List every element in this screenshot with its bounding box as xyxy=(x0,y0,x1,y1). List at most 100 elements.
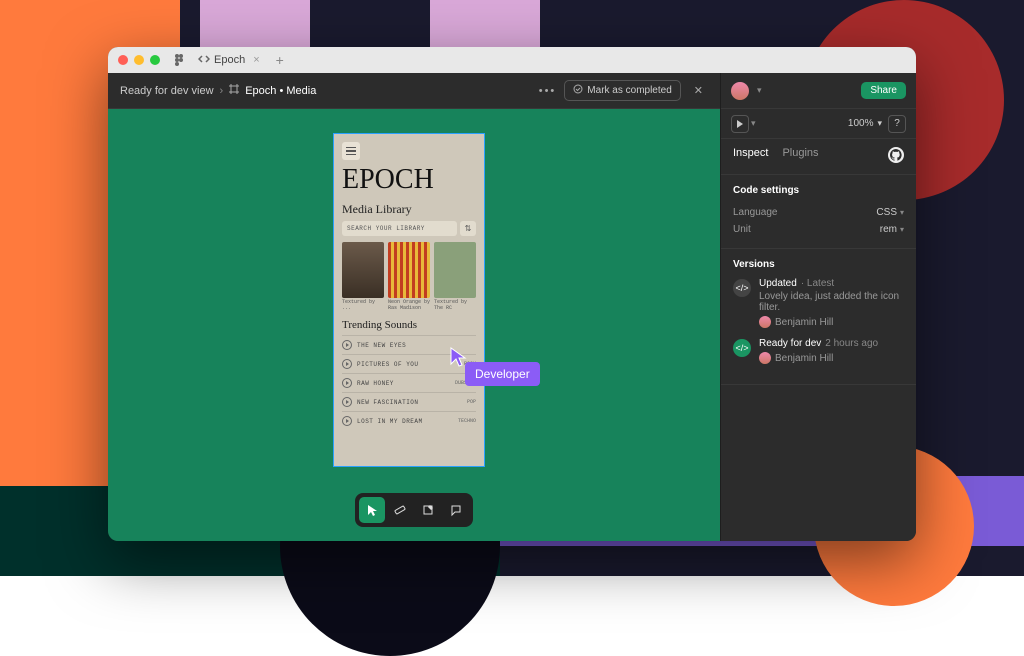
chevron-down-icon[interactable]: ▾ xyxy=(757,85,762,96)
album-art xyxy=(342,242,384,298)
play-icon xyxy=(342,416,352,426)
zoom-value[interactable]: 100% xyxy=(848,118,874,129)
album-art xyxy=(434,242,476,298)
traffic-lights xyxy=(118,55,160,65)
tab-close-icon[interactable]: × xyxy=(253,54,259,66)
section-heading: Code settings xyxy=(733,185,904,196)
section-title: Trending Sounds xyxy=(342,319,476,331)
devmode-icon xyxy=(198,53,210,68)
track-name: RAW HONEY xyxy=(357,380,394,387)
github-icon[interactable] xyxy=(888,147,904,166)
setting-value: CSS xyxy=(876,207,897,218)
file-tab[interactable]: Epoch × xyxy=(192,51,266,70)
section-heading: Versions xyxy=(733,259,904,270)
hamburger-icon xyxy=(342,142,360,160)
version-title: Updated xyxy=(759,278,797,289)
check-circle-icon xyxy=(573,84,583,97)
setting-value: rem xyxy=(880,224,897,235)
track-genre: TECHNO xyxy=(458,418,476,424)
track-row: RAW HONEY DUBSTEP xyxy=(342,373,476,392)
track-name: NEW FASCINATION xyxy=(357,399,419,406)
album-card: Textured by The RC xyxy=(434,242,476,311)
maximize-window-button[interactable] xyxy=(150,55,160,65)
comment-tool-button[interactable] xyxy=(443,497,469,523)
panel-tabs: Inspect Plugins xyxy=(721,139,916,175)
version-item[interactable]: </> Updated· Latest Lovely idea, just ad… xyxy=(733,278,904,328)
breadcrumb: Ready for dev view › Epoch • Media xyxy=(120,84,316,97)
app-window: Epoch × + Ready for dev view › Epoch • M… xyxy=(108,47,916,541)
tab-name: Epoch xyxy=(214,54,245,66)
track-name: THE NEW EYES xyxy=(357,342,406,349)
user-avatar[interactable] xyxy=(731,82,749,100)
mark-completed-label: Mark as completed xyxy=(587,85,671,96)
main-area: Ready for dev view › Epoch • Media ••• M… xyxy=(108,73,720,541)
code-settings-section: Code settings Language CSS▾ Unit rem▾ xyxy=(721,175,916,249)
avatar xyxy=(759,352,771,364)
share-button[interactable]: Share xyxy=(861,82,906,99)
version-user: Benjamin Hill xyxy=(775,317,833,328)
figma-logo-icon[interactable] xyxy=(172,53,186,67)
minimize-window-button[interactable] xyxy=(134,55,144,65)
chevron-down-icon: ▾ xyxy=(900,208,904,217)
album-card: Textured by ... xyxy=(342,242,384,311)
design-frame[interactable]: EPOCH Media Library SEARCH YOUR LIBRARY … xyxy=(333,133,485,467)
version-user: Benjamin Hill xyxy=(775,353,833,364)
setting-label: Unit xyxy=(733,224,751,235)
more-menu-button[interactable]: ••• xyxy=(539,85,557,97)
topbar: Ready for dev view › Epoch • Media ••• M… xyxy=(108,73,720,109)
close-window-button[interactable] xyxy=(118,55,128,65)
preview-button[interactable] xyxy=(731,115,749,133)
inspect-panel: ▾ Share ▾ 100% ▾ ? Inspect Plugins xyxy=(720,73,916,541)
breadcrumb-item[interactable]: Ready for dev view xyxy=(120,85,214,97)
version-time: 2 hours ago xyxy=(825,338,878,349)
setting-row[interactable]: Unit rem▾ xyxy=(733,221,904,238)
chevron-right-icon: › xyxy=(220,85,224,97)
frame-icon xyxy=(229,84,239,97)
help-button[interactable]: ? xyxy=(888,115,906,133)
panel-subheader: ▾ 100% ▾ ? xyxy=(721,109,916,139)
setting-label: Language xyxy=(733,207,778,218)
titlebar: Epoch × + xyxy=(108,47,916,73)
breadcrumb-item[interactable]: Epoch • Media xyxy=(245,85,316,97)
panel-header: ▾ Share xyxy=(721,73,916,109)
version-title: Ready for dev xyxy=(759,338,821,349)
cursor-label: Developer xyxy=(465,362,540,386)
close-devmode-button[interactable]: ✕ xyxy=(689,81,708,100)
new-tab-button[interactable]: + xyxy=(276,52,284,68)
canvas[interactable]: EPOCH Media Library SEARCH YOUR LIBRARY … xyxy=(108,109,720,541)
track-row: LOST IN MY DREAM TECHNO xyxy=(342,411,476,430)
version-desc: Lovely idea, just added the icon filter. xyxy=(759,291,904,313)
album-row: Textured by ... Neon Orange by Ras Madis… xyxy=(342,242,476,311)
bottom-toolbar xyxy=(355,493,473,527)
tab-inspect[interactable]: Inspect xyxy=(733,147,768,166)
play-icon xyxy=(342,378,352,388)
play-icon xyxy=(342,340,352,350)
track-name: LOST IN MY DREAM xyxy=(357,418,423,425)
search-input: SEARCH YOUR LIBRARY xyxy=(342,221,457,236)
mark-completed-button[interactable]: Mark as completed xyxy=(564,80,680,101)
album-label: Textured by The RC xyxy=(434,300,476,311)
chevron-down-icon: ▾ xyxy=(900,225,904,234)
version-time: · Latest xyxy=(801,278,834,289)
annotate-tool-button[interactable] xyxy=(415,497,441,523)
chevron-down-icon[interactable]: ▾ xyxy=(877,118,882,129)
measure-tool-button[interactable] xyxy=(387,497,413,523)
play-icon xyxy=(342,359,352,369)
tab-plugins[interactable]: Plugins xyxy=(782,147,818,166)
album-label: Neon Orange by Ras Madison xyxy=(388,300,430,311)
play-icon xyxy=(342,397,352,407)
versions-section: Versions </> Updated · Latest Lovely idea… xyxy=(721,249,916,385)
album-art xyxy=(388,242,430,298)
track-name: PICTURES OF YOU xyxy=(357,361,419,368)
section-title: Media Library xyxy=(342,202,476,217)
chevron-down-icon[interactable]: ▾ xyxy=(751,118,756,129)
track-row: NEW FASCINATION POP xyxy=(342,392,476,411)
track-genre: POP xyxy=(467,399,476,405)
devmode-icon: </> xyxy=(733,339,751,357)
album-label: Textured by ... xyxy=(342,300,384,311)
album-card: Neon Orange by Ras Madison xyxy=(388,242,430,311)
app-logo-text: EPOCH xyxy=(342,164,476,196)
setting-row[interactable]: Language CSS▾ xyxy=(733,204,904,221)
version-item[interactable]: </> Ready for dev 2 hours ago Benjamin Hi… xyxy=(733,338,904,364)
select-tool-button[interactable] xyxy=(359,497,385,523)
